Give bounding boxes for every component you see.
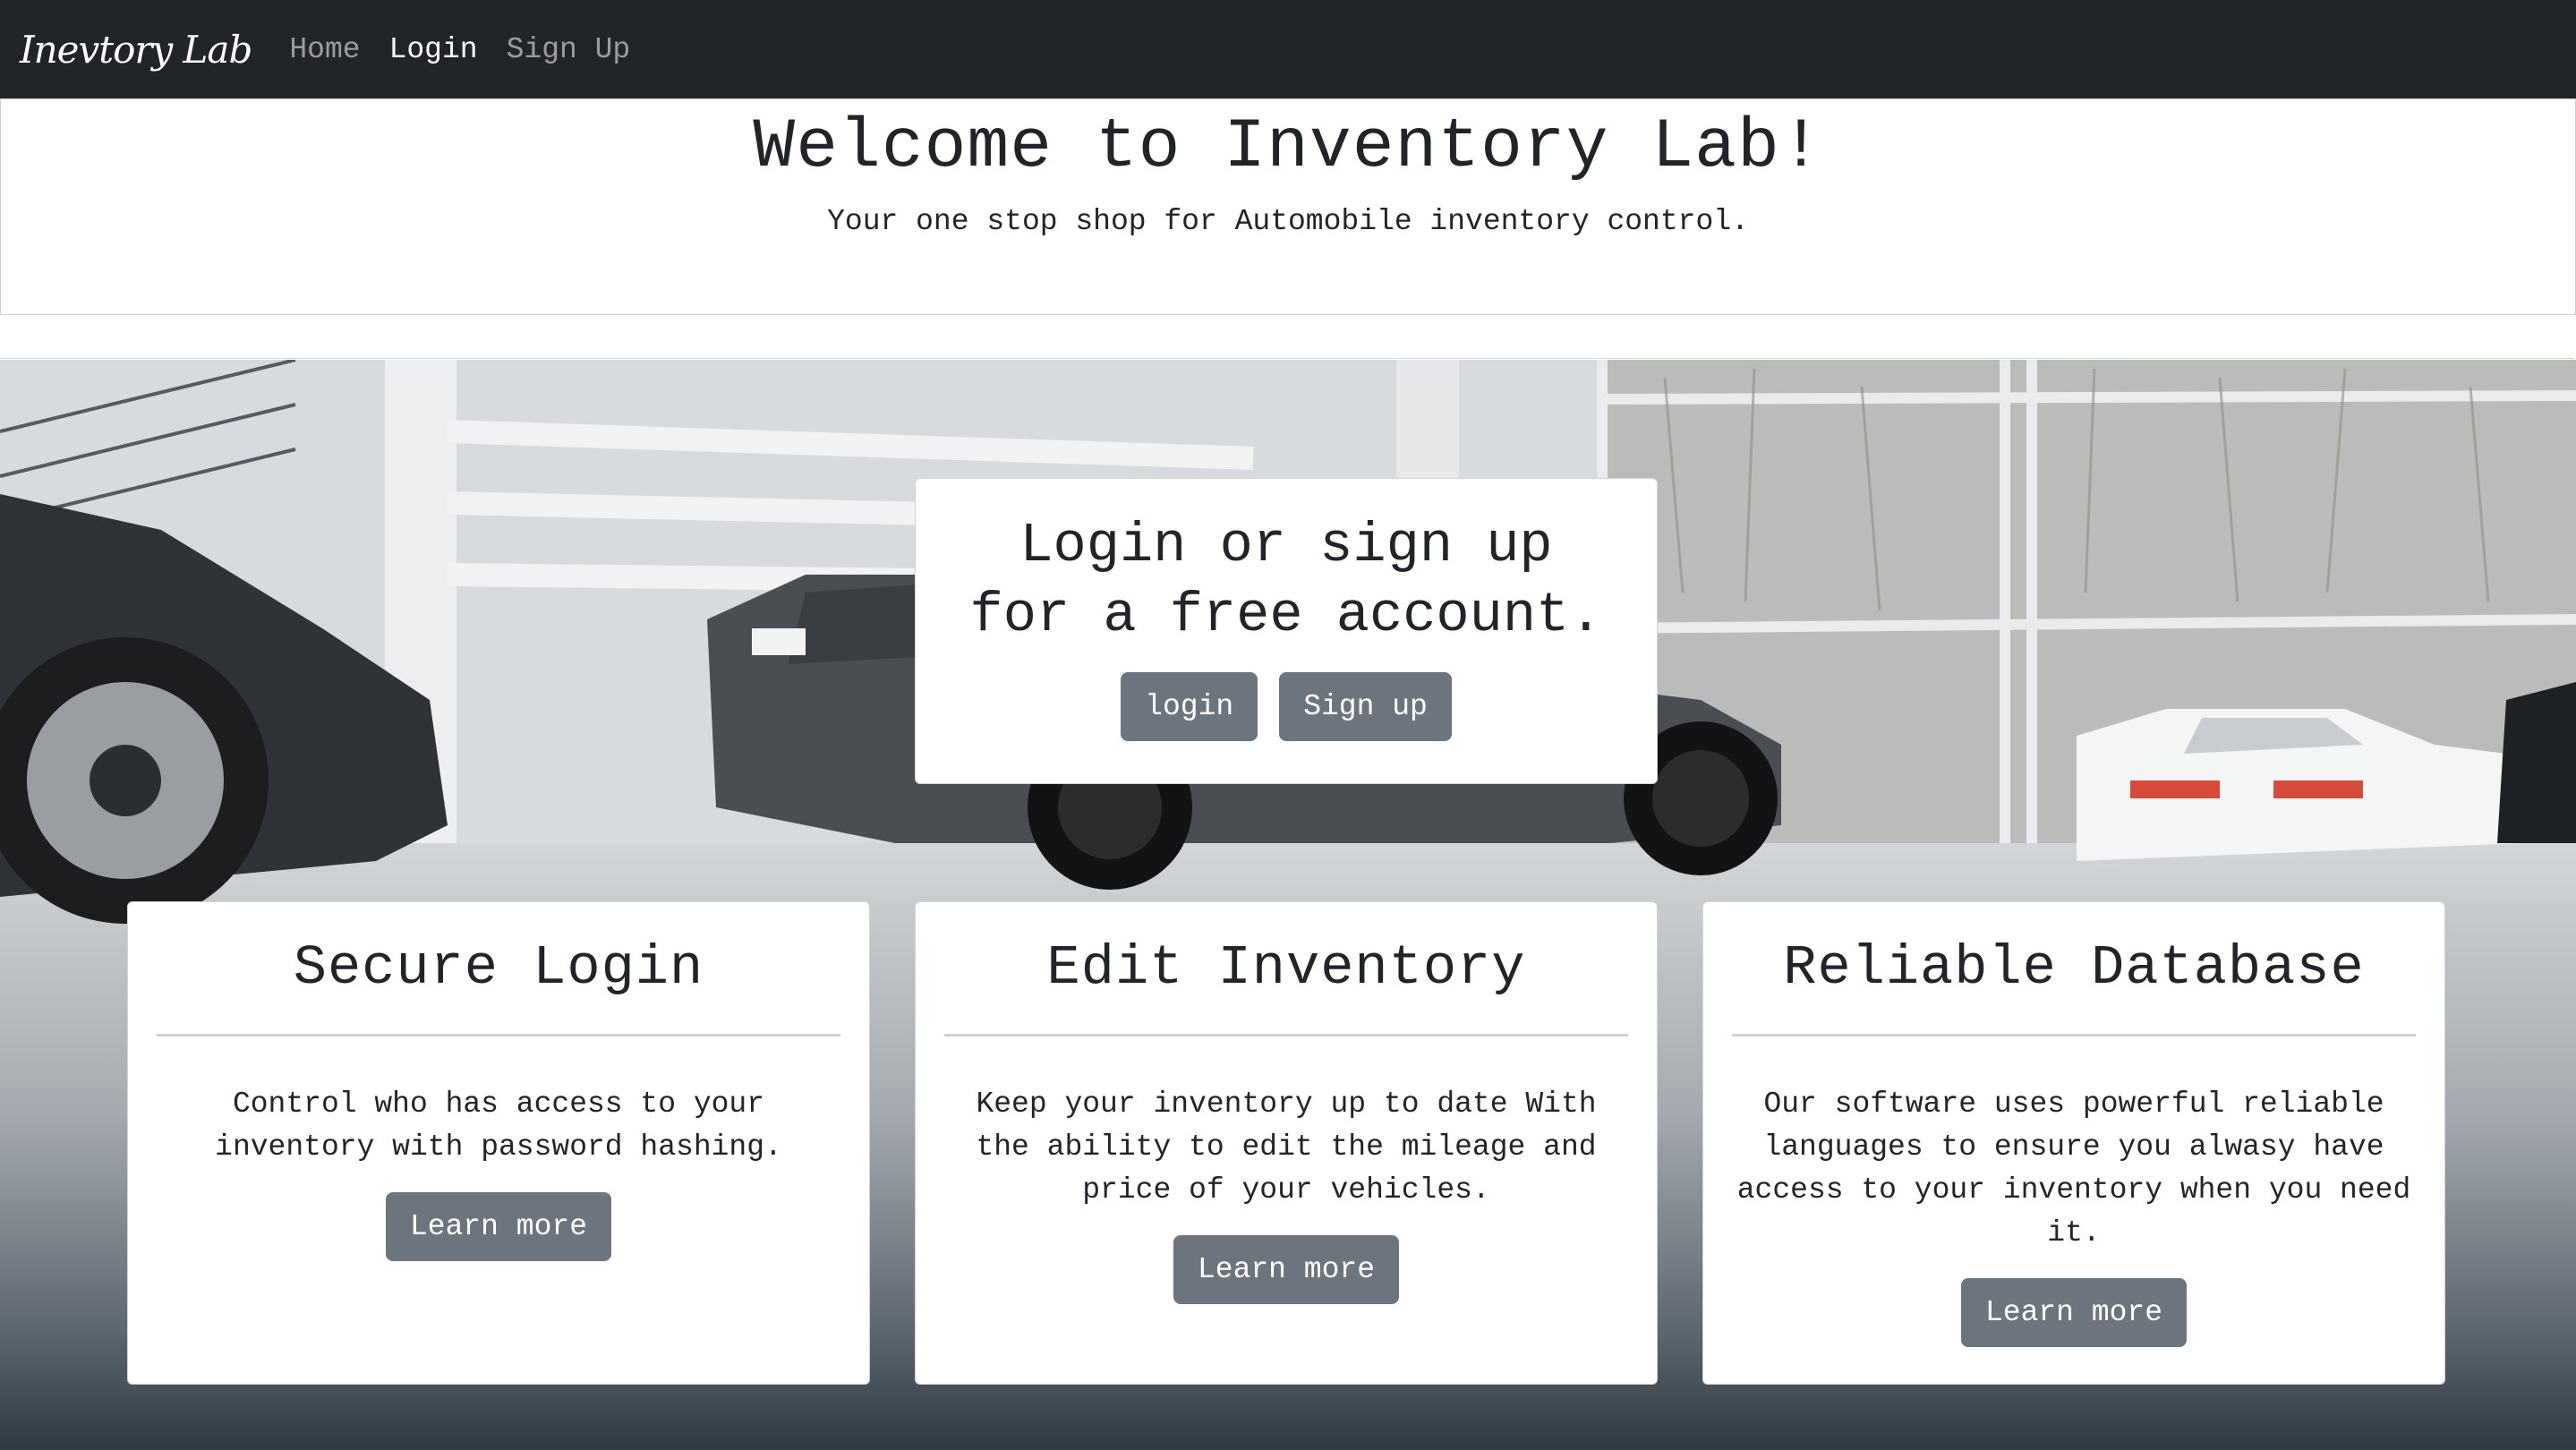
login-button[interactable]: login <box>1121 672 1258 741</box>
feature-divider <box>1732 1034 2416 1036</box>
login-card-heading-line2: for a free account. <box>969 584 1603 647</box>
learn-more-button[interactable]: Learn more <box>1960 1278 2188 1347</box>
login-signup-card: Login or sign up for a free account. log… <box>915 478 1658 784</box>
login-card-buttons: login Sign up <box>916 672 1657 741</box>
welcome-header: Welcome to Inventory Lab! Your one stop … <box>0 98 2576 315</box>
feature-card-secure-login: Secure Login Control who has access to y… <box>127 901 870 1385</box>
learn-more-button[interactable]: Learn more <box>1173 1235 1400 1304</box>
login-card-heading: Login or sign up for a free account. <box>916 511 1657 651</box>
feature-card-edit-inventory: Edit Inventory Keep your inventory up to… <box>915 901 1658 1385</box>
feature-title: Edit Inventory <box>1046 936 1526 1000</box>
nav-link-signup[interactable]: Sign Up <box>507 33 631 66</box>
signup-button[interactable]: Sign up <box>1279 672 1452 741</box>
feature-text: Control who has access to your inventory… <box>215 1088 782 1164</box>
feature-card-reliable-database: Reliable Database Our software uses powe… <box>1702 901 2445 1385</box>
feature-divider <box>944 1034 1628 1036</box>
nav-links: Home Login Sign Up <box>275 33 644 66</box>
feature-title: Secure Login <box>293 936 704 1000</box>
page-subtitle: Your one stop shop for Automobile invent… <box>827 205 1749 238</box>
feature-text: Our software uses powerful reliable lang… <box>1736 1088 2411 1250</box>
navbar: Inevtory Lab Home Login Sign Up <box>0 0 2576 98</box>
nav-link-login[interactable]: Login <box>389 33 478 66</box>
page-title: Welcome to Inventory Lab! <box>753 108 1823 187</box>
login-card-heading-line1: Login or sign up <box>1019 514 1553 577</box>
brand-logo[interactable]: Inevtory Lab <box>20 28 252 72</box>
header-spacer <box>0 315 2574 359</box>
nav-link-home[interactable]: Home <box>289 33 360 66</box>
feature-title: Reliable Database <box>1783 936 2365 1000</box>
feature-divider <box>157 1034 840 1036</box>
feature-text: Keep your inventory up to date With the … <box>976 1088 1597 1207</box>
learn-more-button[interactable]: Learn more <box>385 1192 612 1261</box>
